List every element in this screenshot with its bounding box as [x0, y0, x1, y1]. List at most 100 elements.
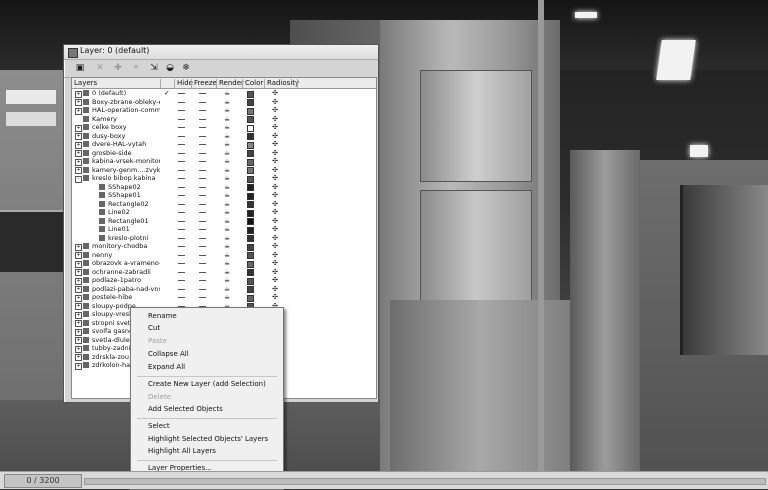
layer-color-swatch[interactable]	[247, 218, 254, 225]
layer-name[interactable]: HAL-operation-comm	[92, 106, 160, 115]
render-teapot-icon[interactable]: ☕	[222, 251, 232, 260]
layer-color-swatch[interactable]	[247, 150, 254, 157]
render-teapot-icon[interactable]: ☕	[222, 89, 232, 98]
render-teapot-icon[interactable]: ☕	[222, 157, 232, 166]
radiosity-icon[interactable]: ✣	[270, 89, 280, 98]
layer-row[interactable]: SShape01 ☕ ✣	[72, 191, 376, 200]
layer-row[interactable]: + ochranne-zabradli ☕ ✣	[72, 268, 376, 277]
layer-row[interactable]: Rectangle02 ☕ ✣	[72, 200, 376, 208]
expand-toggle[interactable]: +	[75, 90, 82, 98]
render-teapot-icon[interactable]: ☕	[222, 132, 232, 141]
expand-toggle[interactable]: +	[75, 362, 82, 370]
layer-name[interactable]: 0 (default)	[92, 89, 160, 98]
select-in-layer-icon[interactable]: ⌖	[130, 62, 142, 74]
freeze-toggle[interactable]	[199, 144, 206, 145]
layer-color-swatch[interactable]	[247, 124, 254, 132]
layer-name[interactable]: kreslo-plotni	[108, 234, 160, 243]
layer-name[interactable]: Rectangle01	[108, 217, 160, 226]
column-radiosity[interactable]: Radiosity	[264, 79, 299, 88]
hide-toggle[interactable]	[178, 254, 185, 256]
add-to-layer-icon[interactable]: ✚	[112, 62, 124, 74]
freeze-toggle[interactable]	[199, 280, 206, 281]
expand-toggle[interactable]: +	[75, 286, 82, 293]
freeze-toggle[interactable]	[199, 135, 206, 137]
expand-toggle[interactable]: +	[75, 150, 82, 157]
freeze-toggle[interactable]	[199, 195, 206, 196]
hide-toggle[interactable]	[178, 186, 185, 188]
hide-toggle[interactable]	[178, 263, 185, 264]
expand-toggle[interactable]: +	[75, 320, 82, 327]
radiosity-icon[interactable]: ✣	[270, 157, 280, 166]
hide-toggle[interactable]	[178, 135, 185, 137]
layer-color-swatch[interactable]	[247, 90, 254, 98]
hide-toggle[interactable]	[178, 203, 185, 205]
render-teapot-icon[interactable]: ☕	[222, 217, 232, 226]
freeze-toggle[interactable]	[199, 178, 206, 179]
expand-toggle[interactable]: -	[75, 175, 82, 183]
layer-name[interactable]: dvere-HAL-vytah	[92, 140, 160, 149]
hide-toggle[interactable]	[178, 237, 185, 239]
layer-color-swatch[interactable]	[247, 243, 254, 251]
layer-name[interactable]: nenny	[92, 251, 160, 260]
layer-row[interactable]: + dusy-boxy ☕ ✣	[72, 132, 376, 141]
context-menu-item[interactable]: Highlight All Layers	[148, 447, 216, 455]
layer-row[interactable]: + nenny ☕ ✣	[72, 251, 376, 260]
layer-color-swatch[interactable]	[247, 167, 254, 174]
layer-color-swatch[interactable]	[247, 141, 254, 149]
radiosity-icon[interactable]: ✣	[270, 293, 280, 302]
current-layer-marker[interactable]: ✓	[164, 89, 170, 98]
hide-toggle[interactable]	[178, 118, 185, 120]
layer-color-swatch[interactable]	[247, 294, 254, 302]
layer-row[interactable]: + HAL-operation-comm ☕ ✣	[72, 106, 376, 115]
hide-toggle[interactable]	[178, 195, 185, 196]
hide-toggle[interactable]	[178, 271, 185, 273]
freeze-toggle[interactable]	[199, 127, 206, 128]
layer-color-swatch[interactable]	[247, 175, 254, 183]
expand-toggle[interactable]: +	[75, 133, 82, 140]
radiosity-icon[interactable]: ✣	[270, 217, 280, 226]
delete-layer-icon[interactable]: ✕	[94, 62, 106, 74]
hide-toggle[interactable]	[178, 127, 185, 128]
freeze-toggle[interactable]	[199, 169, 206, 171]
layer-name[interactable]: SShape01	[108, 191, 160, 200]
expand-toggle[interactable]: +	[75, 337, 82, 344]
context-menu-item[interactable]: Rename	[148, 312, 177, 320]
layer-color-swatch[interactable]	[247, 192, 254, 200]
expand-toggle[interactable]: +	[75, 294, 82, 302]
hide-toggle[interactable]	[178, 101, 185, 103]
layer-color-swatch[interactable]	[247, 133, 254, 140]
layer-name[interactable]: podlazi-paba-nad-vnsk	[92, 285, 160, 294]
layer-color-swatch[interactable]	[247, 286, 254, 293]
freeze-toggle[interactable]	[199, 229, 206, 230]
column-color[interactable]: Color	[242, 79, 264, 88]
layer-color-swatch[interactable]	[247, 226, 254, 234]
layer-name[interactable]: celke boxy	[92, 123, 160, 132]
layer-row[interactable]: + kamery-genm....zvyky-t ☕ ✣	[72, 166, 376, 175]
expand-toggle[interactable]: +	[75, 260, 82, 268]
render-teapot-icon[interactable]: ☕	[222, 183, 232, 192]
radiosity-icon[interactable]: ✣	[270, 132, 280, 141]
layer-name[interactable]: monitory-chodba	[92, 242, 160, 251]
freeze-toggle[interactable]	[199, 118, 206, 120]
hide-toggle[interactable]	[178, 280, 185, 281]
layer-row[interactable]: + celke boxy ☕ ✣	[72, 123, 376, 132]
radiosity-icon[interactable]: ✣	[270, 259, 280, 268]
time-slider[interactable]	[84, 478, 766, 485]
expand-toggle[interactable]: +	[75, 167, 82, 174]
layer-row[interactable]: + kabina-vrsek-monitor ☕ ✣	[72, 157, 376, 166]
layer-name[interactable]: kamery-genm....zvyky-t	[92, 166, 160, 175]
radiosity-icon[interactable]: ✣	[270, 276, 280, 285]
freeze-toggle[interactable]	[199, 161, 206, 162]
freeze-all-icon[interactable]: ❄	[180, 62, 192, 74]
context-menu-item[interactable]: Highlight Selected Objects' Layers	[148, 435, 268, 443]
radiosity-icon[interactable]: ✣	[270, 166, 280, 175]
layer-row[interactable]: Kamery ☕ ✣	[72, 115, 376, 123]
layer-color-swatch[interactable]	[247, 269, 254, 276]
render-teapot-icon[interactable]: ☕	[222, 242, 232, 251]
layer-name[interactable]: SShape02	[108, 183, 160, 192]
expand-toggle[interactable]: +	[75, 107, 82, 115]
freeze-toggle[interactable]	[199, 186, 206, 188]
expand-toggle[interactable]: +	[75, 311, 82, 319]
render-teapot-icon[interactable]: ☕	[222, 268, 232, 277]
render-teapot-icon[interactable]: ☕	[222, 174, 232, 183]
